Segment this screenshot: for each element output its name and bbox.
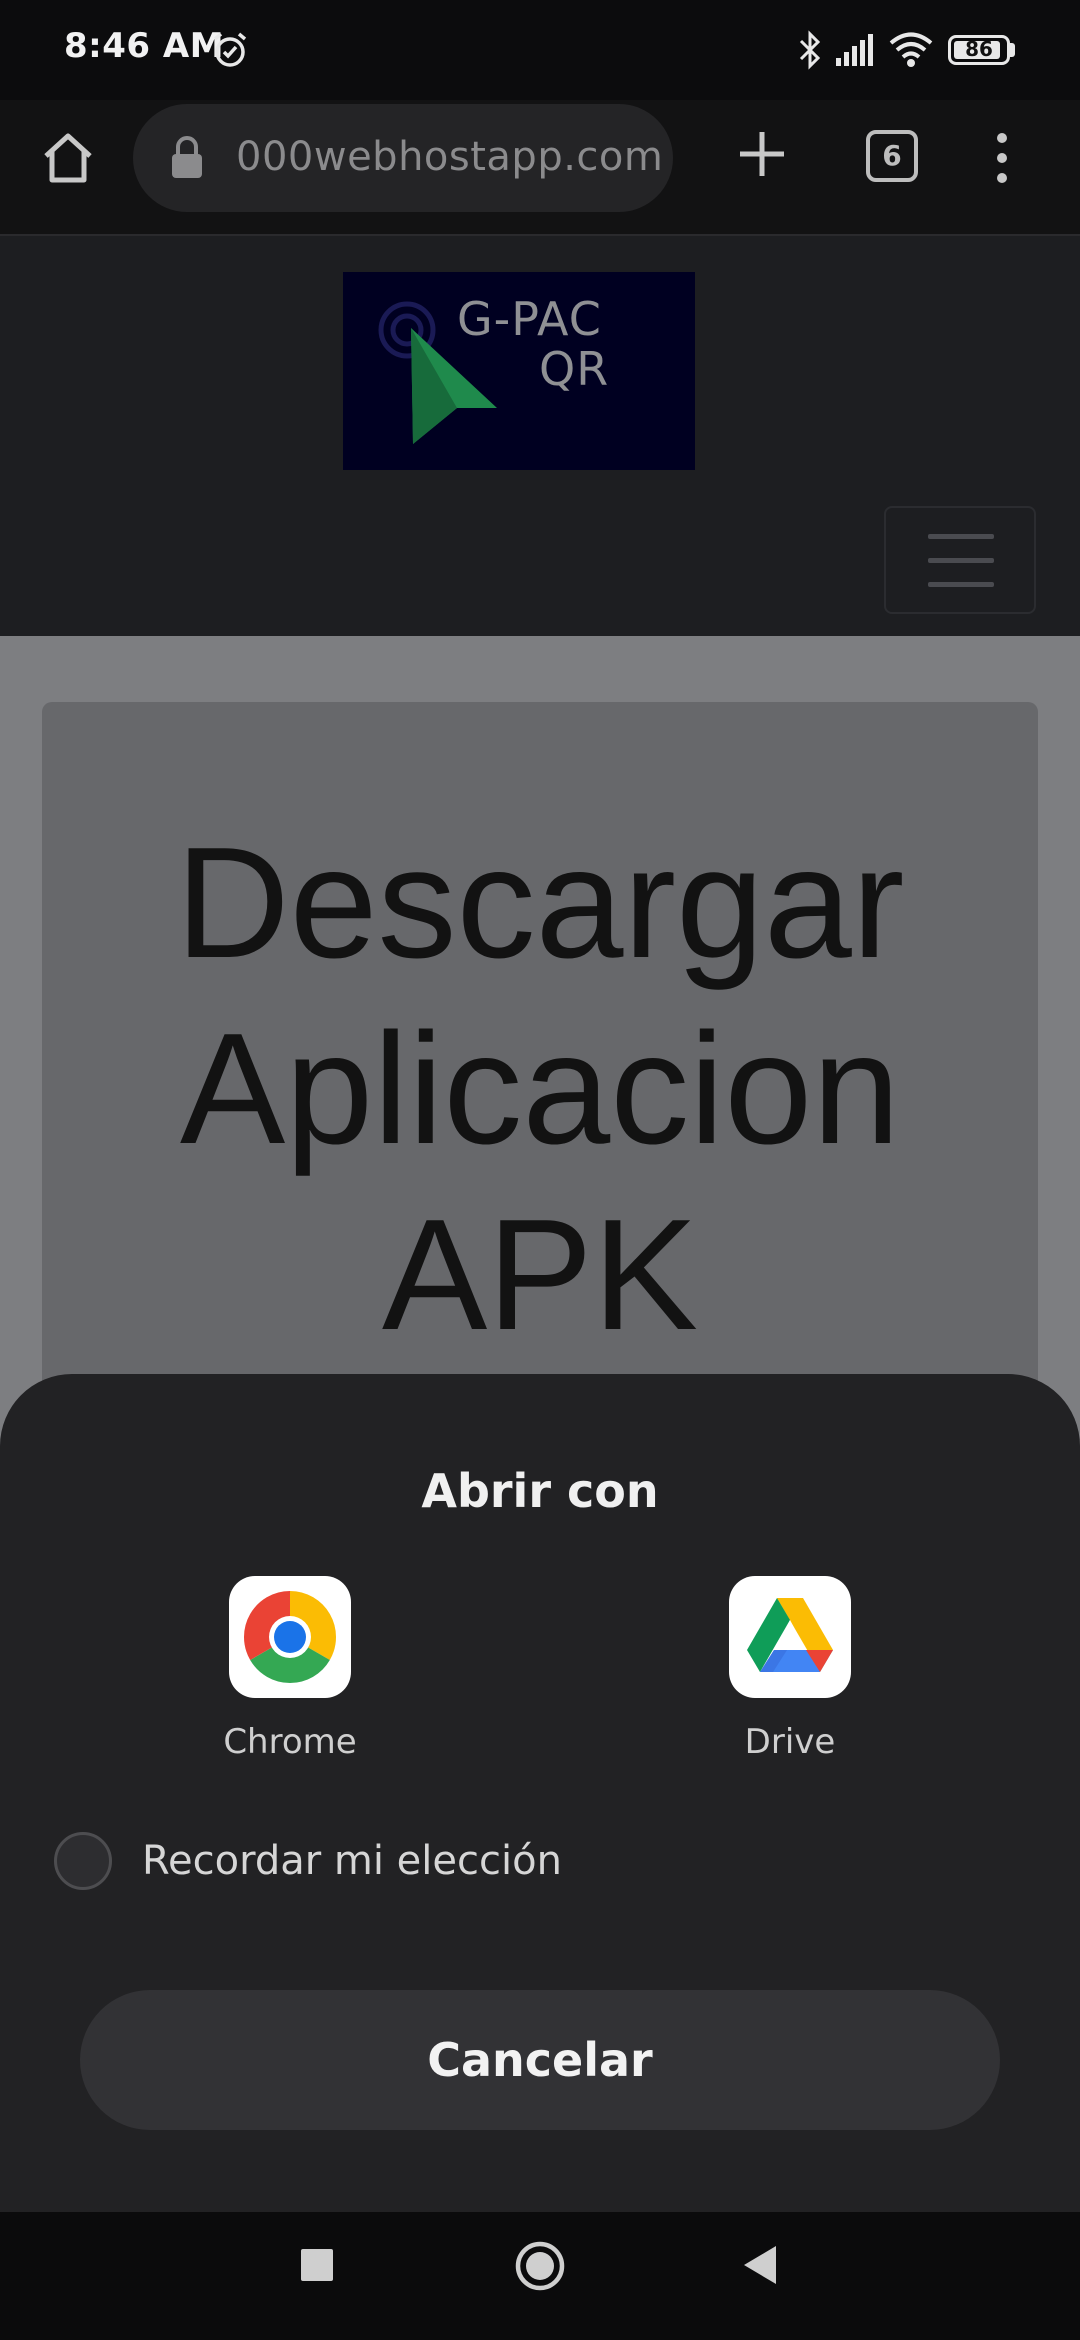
website-header: G-PAC QR bbox=[0, 234, 1080, 636]
hero-title-line: APK bbox=[381, 1187, 699, 1363]
recents-square-icon[interactable] bbox=[300, 2248, 334, 2282]
signal-icon bbox=[836, 34, 873, 66]
cancel-button[interactable]: Cancelar bbox=[80, 1990, 1000, 2130]
tabs-icon[interactable]: 6 bbox=[866, 130, 918, 182]
logo-text-line1: G-PAC bbox=[457, 292, 602, 346]
google-drive-icon bbox=[729, 1576, 851, 1698]
app-option-drive[interactable]: Drive bbox=[690, 1576, 890, 1762]
home-icon[interactable] bbox=[36, 126, 100, 190]
app-option-chrome[interactable]: Chrome bbox=[190, 1576, 390, 1762]
status-time: 8:46 AM bbox=[64, 26, 225, 66]
browser-toolbar: 000webhostapp.com 6 bbox=[0, 100, 1080, 234]
address-bar[interactable]: 000webhostapp.com bbox=[133, 104, 673, 212]
app-label-chrome: Chrome bbox=[223, 1722, 357, 1762]
wifi-icon bbox=[889, 32, 933, 67]
back-triangle-icon[interactable] bbox=[742, 2244, 778, 2286]
remember-radio[interactable] bbox=[54, 1832, 112, 1890]
alarm-icon bbox=[213, 32, 247, 67]
app-label-drive: Drive bbox=[744, 1722, 836, 1762]
plus-icon[interactable] bbox=[730, 122, 794, 186]
bluetooth-icon bbox=[799, 30, 821, 70]
logo-text-line2: QR bbox=[539, 342, 610, 396]
hero-title-line: Aplicacion bbox=[179, 1001, 901, 1177]
hero-title: Descargar Aplicacion APK bbox=[42, 810, 1038, 1368]
home-circle-icon[interactable] bbox=[514, 2240, 566, 2292]
open-with-dialog: Abrir con Chrome Drive Recordar mi elecc… bbox=[0, 1374, 1080, 2212]
system-nav-bar bbox=[0, 2212, 1080, 2340]
hero-title-line: Descargar bbox=[175, 815, 905, 991]
status-bar: 8:46 AM 86 bbox=[0, 0, 1080, 100]
dialog-title: Abrir con bbox=[421, 1464, 659, 1518]
url-text: 000webhostapp.com bbox=[236, 134, 664, 180]
chrome-icon bbox=[229, 1576, 351, 1698]
battery-icon: 86 bbox=[948, 35, 1010, 65]
remember-label: Recordar mi elección bbox=[142, 1838, 562, 1884]
hamburger-menu-button[interactable] bbox=[884, 506, 1036, 614]
battery-level: 86 bbox=[965, 37, 993, 61]
lock-icon bbox=[172, 136, 202, 178]
more-vert-icon[interactable] bbox=[990, 128, 1014, 188]
site-logo[interactable]: G-PAC QR bbox=[343, 272, 695, 470]
